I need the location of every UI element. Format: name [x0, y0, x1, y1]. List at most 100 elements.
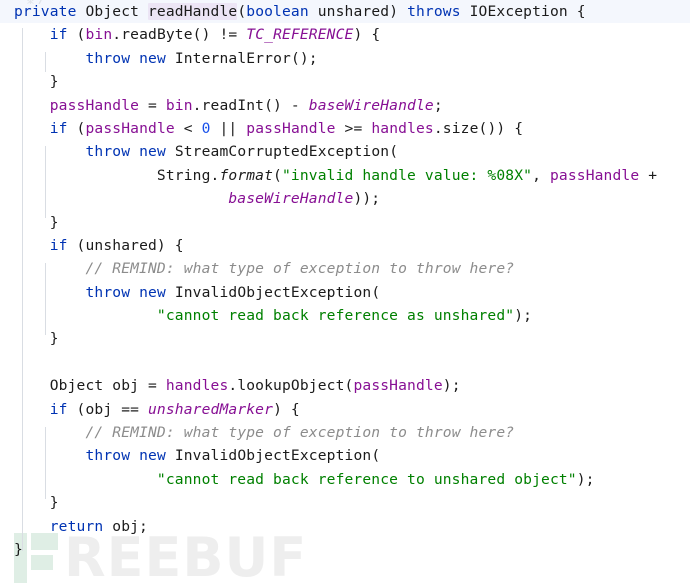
code-line[interactable]: if (passHandle < 0 || passHandle >= hand… — [0, 117, 690, 140]
code-line[interactable]: throw new InvalidObjectException( — [0, 444, 690, 467]
code-line[interactable] — [0, 351, 690, 374]
code-token: = — [139, 96, 166, 114]
code-token: throw — [85, 143, 131, 161]
code-token: return — [49, 517, 104, 535]
code-token: Object — [85, 3, 140, 20]
code-token: private — [14, 3, 77, 20]
code-token: throws — [407, 3, 461, 20]
code-line[interactable]: throw new InvalidObjectException( — [0, 281, 690, 304]
code-token: } — [14, 540, 23, 558]
code-line[interactable]: // REMIND: what type of exception to thr… — [0, 421, 690, 444]
code-line[interactable]: baseWireHandle)); — [0, 187, 690, 210]
code-line[interactable]: "cannot read back reference as unshared"… — [0, 304, 690, 327]
code-token: { — [567, 3, 586, 20]
code-line[interactable]: // REMIND: what type of exception to thr… — [0, 257, 690, 280]
code-line[interactable]: } — [0, 211, 690, 234]
code-token: .lookupObject( — [228, 377, 354, 395]
code-token: + — [639, 166, 658, 184]
code-token: ( — [371, 447, 381, 465]
code-token: StreamCorruptedException — [174, 143, 390, 161]
code-token: format — [219, 166, 274, 184]
code-token: bin — [85, 26, 113, 44]
code-token: (); — [290, 49, 318, 67]
code-editor[interactable]: REEBUF */ private Object readHandle(bool… — [0, 0, 690, 583]
code-line[interactable]: if (unshared) { — [0, 234, 690, 257]
code-token: .readInt() - — [192, 96, 309, 114]
code-token: (obj == — [67, 400, 148, 418]
code-line[interactable]: "cannot read back reference to unshared … — [0, 468, 690, 491]
code-token: passHandle — [85, 119, 175, 137]
code-line[interactable]: String.format("invalid handle value: %08… — [0, 164, 690, 187]
code-token: obj = — [103, 377, 166, 395]
code-token: IOException — [469, 3, 568, 20]
code-line[interactable]: throw new InternalError(); — [0, 47, 690, 70]
code-token: passHandle — [49, 96, 140, 114]
code-token: } — [49, 330, 59, 348]
code-line[interactable]: } — [0, 327, 690, 350]
code-line[interactable]: if (bin.readByte() != TC_REFERENCE) { — [0, 23, 690, 46]
code-token: obj; — [103, 517, 148, 535]
javadoc-end-fragment: */ — [26, 0, 44, 4]
code-token: )); — [353, 190, 381, 208]
code-token: ); — [514, 307, 533, 325]
code-line[interactable]: } — [0, 538, 690, 561]
code-token: ( — [389, 143, 399, 161]
code-token: "cannot read back reference to unshared … — [156, 470, 577, 488]
code-token: ( — [273, 166, 282, 184]
code-token: // REMIND: what type of exception to thr… — [85, 260, 515, 278]
code-token: ) — [389, 3, 399, 20]
code-line[interactable]: Object obj = handles.lookupObject(passHa… — [0, 374, 690, 397]
code-token: ) { — [353, 26, 381, 44]
code-token: ( — [67, 26, 86, 44]
code-token: ( — [67, 119, 86, 137]
code-line[interactable]: if (obj == unsharedMarker) { — [0, 398, 690, 421]
code-token: } — [49, 73, 59, 91]
code-line[interactable]: private Object readHandle(boolean unshar… — [0, 0, 690, 24]
code-line[interactable]: } — [0, 70, 690, 93]
code-token: readHandle — [148, 3, 238, 20]
code-line[interactable]: passHandle = bin.readInt() - baseWireHan… — [0, 94, 690, 117]
code-token: TC_REFERENCE — [246, 26, 354, 44]
code-line[interactable]: } — [0, 491, 690, 514]
code-token: // REMIND: what type of exception to thr… — [85, 424, 515, 442]
code-line[interactable]: throw new StreamCorruptedException( — [0, 140, 690, 163]
code-token: passHandle — [353, 377, 443, 395]
code-token: InternalError — [174, 49, 291, 67]
code-token: ( — [371, 283, 381, 301]
code-token: baseWireHandle — [308, 96, 434, 114]
code-token: } — [49, 494, 59, 512]
code-token: || — [210, 119, 247, 137]
code-token: if — [49, 26, 68, 44]
code-token: new — [139, 49, 166, 67]
code-token: < — [174, 119, 202, 137]
code-token: handles — [371, 119, 434, 137]
code-token: InvalidObjectException — [174, 447, 372, 465]
code-token: boolean — [246, 3, 309, 20]
code-line[interactable]: return obj; — [0, 515, 690, 538]
code-token: ); — [576, 470, 595, 488]
code-token: "invalid handle value: %08X" — [281, 166, 533, 184]
code-content[interactable]: private Object readHandle(boolean unshar… — [0, 0, 690, 561]
